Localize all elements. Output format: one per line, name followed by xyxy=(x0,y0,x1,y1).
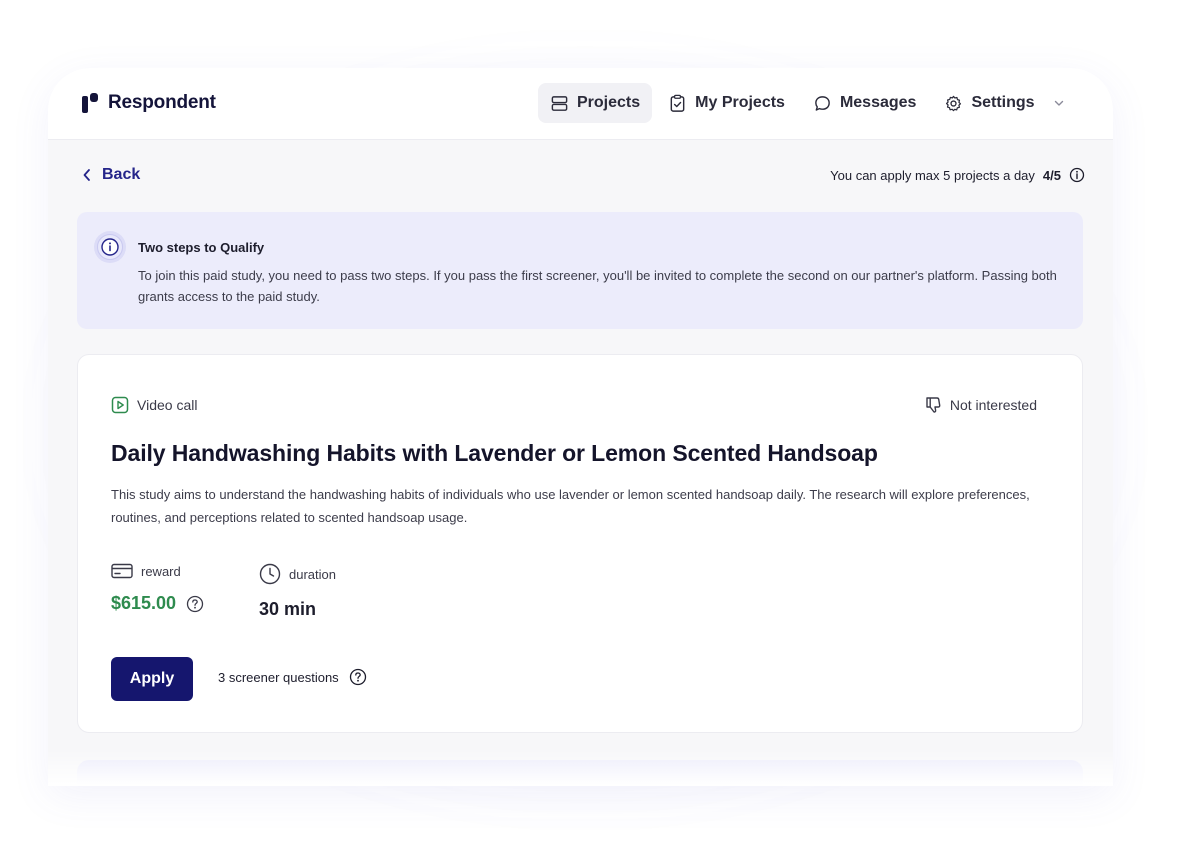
nav-item-label: My Projects xyxy=(695,94,785,111)
reward-value-row: $615.00 xyxy=(111,593,204,614)
banner-text: To join this paid study, you need to pas… xyxy=(138,268,1057,304)
reward-block: reward $615.00 xyxy=(111,563,204,614)
apply-limit-count: 4/5 xyxy=(1042,167,1061,183)
not-interested-button[interactable]: Not interested xyxy=(924,395,1037,415)
project-card: Video call Not interested Daily Handwash… xyxy=(77,354,1083,733)
apply-limit-text: You can apply max 5 projects a day xyxy=(830,167,1035,183)
banner-title: Two steps to Qualify xyxy=(138,240,265,255)
duration-value-row: 30 min xyxy=(259,599,336,620)
nav-item-settings[interactable]: Settings xyxy=(932,83,1076,123)
nav-item-messages[interactable]: Messages xyxy=(801,83,929,123)
nav-menu: Projects My Projects Messages Settings xyxy=(538,83,1081,123)
screener-text: 3 screener questions xyxy=(218,669,339,685)
screener-info: 3 screener questions xyxy=(218,668,367,686)
credit-card-icon xyxy=(111,563,133,579)
help-icon[interactable] xyxy=(349,668,367,686)
clock-icon xyxy=(259,563,281,585)
reward-value: $615.00 xyxy=(111,593,177,613)
chevron-down-icon[interactable] xyxy=(1053,97,1065,109)
project-type-label: Video call xyxy=(137,397,198,413)
back-link[interactable]: Back xyxy=(82,166,140,184)
projects-icon xyxy=(551,95,568,111)
page: Respondent Projects My Projects Messages… xyxy=(0,0,1200,855)
clipboard-check-icon xyxy=(670,94,685,112)
brand-logo[interactable]: Respondent xyxy=(82,92,216,114)
top-nav: Respondent Projects My Projects Messages… xyxy=(48,68,1113,140)
message-bubble-icon xyxy=(815,95,830,111)
reward-label: reward xyxy=(141,563,181,579)
reward-label-row: reward xyxy=(111,563,204,579)
chevron-left-icon xyxy=(83,169,90,181)
project-title: Daily Handwashing Habits with Lavender o… xyxy=(111,440,878,466)
back-label: Back xyxy=(102,166,141,183)
help-icon[interactable] xyxy=(186,595,204,613)
duration-label: duration xyxy=(289,566,336,582)
nav-item-my-projects[interactable]: My Projects xyxy=(656,83,797,123)
nav-item-label: Settings xyxy=(971,94,1035,111)
app-window: Respondent Projects My Projects Messages… xyxy=(48,68,1113,786)
thumbs-down-icon xyxy=(926,397,941,413)
next-project-card xyxy=(77,760,1083,786)
gear-icon xyxy=(946,95,962,111)
qualify-info-banner: Two steps to Qualify To join this paid s… xyxy=(77,212,1083,329)
nav-item-projects[interactable]: Projects xyxy=(538,83,653,123)
duration-value: 30 min xyxy=(259,599,317,619)
brand-name: Respondent xyxy=(108,92,216,113)
info-icon xyxy=(94,231,126,263)
video-call-icon xyxy=(111,396,129,414)
not-interested-label: Not interested xyxy=(949,397,1037,413)
nav-item-label: Messages xyxy=(839,94,917,111)
respondent-logo-icon xyxy=(82,93,98,113)
apply-button[interactable]: Apply xyxy=(111,657,193,701)
project-type-tag: Video call xyxy=(111,396,197,414)
nav-item-label: Projects xyxy=(577,94,641,111)
duration-block: duration 30 min xyxy=(259,563,336,620)
duration-label-row: duration xyxy=(259,563,336,585)
apply-limit: You can apply max 5 projects a day 4/5 xyxy=(830,167,1085,183)
project-description: This study aims to understand the handwa… xyxy=(111,487,1030,525)
info-icon[interactable] xyxy=(1069,167,1085,183)
